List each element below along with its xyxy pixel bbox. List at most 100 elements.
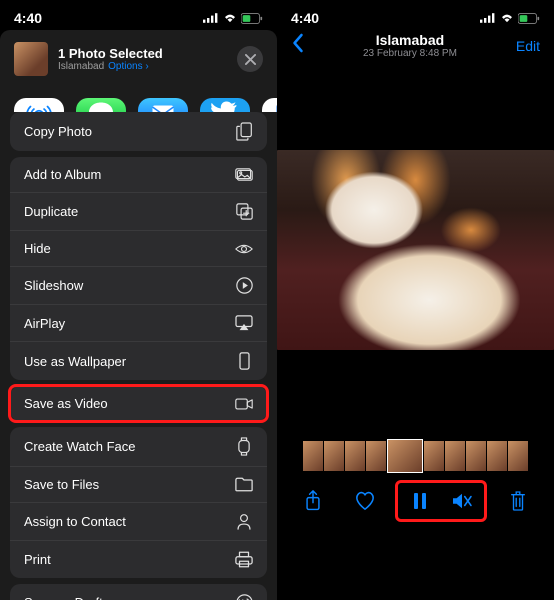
- twitter-icon: [200, 98, 250, 112]
- action-create-watch-face[interactable]: Create Watch Face: [10, 427, 267, 467]
- more-icon: [262, 98, 277, 112]
- share-icon: [304, 490, 322, 512]
- duplicate-icon: [235, 203, 253, 220]
- favorite-button[interactable]: [346, 484, 384, 518]
- heart-icon: [354, 491, 376, 511]
- bottom-toolbar: [277, 477, 554, 525]
- action-label: Create Watch Face: [24, 439, 136, 454]
- speaker-muted-icon: [451, 492, 473, 510]
- action-assign-to-contact[interactable]: Assign to Contact: [10, 503, 267, 541]
- action-print[interactable]: Print: [10, 541, 267, 578]
- mail-icon: [138, 98, 188, 112]
- delete-button[interactable]: [499, 484, 537, 518]
- eye-icon: [235, 242, 253, 256]
- cellular-icon: [480, 13, 496, 23]
- status-indicators: [480, 13, 540, 24]
- action-group: Add to Album Duplicate Hide Slideshow AirPla…: [10, 157, 267, 380]
- wordpress-icon: [235, 594, 253, 600]
- share-sheet-subtitle: Islamabad: [58, 61, 104, 72]
- action-airplay[interactable]: AirPlay: [10, 305, 267, 342]
- wifi-icon: [223, 13, 237, 23]
- wifi-icon: [500, 13, 514, 23]
- action-duplicate[interactable]: Duplicate: [10, 193, 267, 231]
- share-sheet-header: 1 Photo Selected Islamabad Options ›: [0, 30, 277, 88]
- header-thumbnail: [14, 42, 48, 76]
- battery-icon: [518, 13, 540, 24]
- action-group: Save as Draft: [10, 584, 267, 600]
- phone-left-share-sheet: 4:40 1 Photo Selected Islamabad Options …: [0, 0, 277, 600]
- thumbnail[interactable]: [303, 441, 323, 471]
- photo-image: [277, 150, 554, 350]
- pause-button[interactable]: [401, 484, 439, 518]
- thumbnail[interactable]: [466, 441, 486, 471]
- action-slideshow[interactable]: Slideshow: [10, 267, 267, 305]
- action-label: Save as Draft: [24, 595, 103, 600]
- phone-right-photo-viewer: 4:40 Islamabad 23 February 8:48 PM Edit: [277, 0, 554, 600]
- action-save-to-files[interactable]: Save to Files: [10, 467, 267, 503]
- thumbnail[interactable]: [487, 441, 507, 471]
- options-link[interactable]: Options ›: [108, 61, 149, 72]
- photo-location: Islamabad: [363, 32, 457, 48]
- action-save-as-video[interactable]: Save as Video: [10, 386, 267, 421]
- action-label: Copy Photo: [24, 124, 92, 139]
- action-copy-photo[interactable]: Copy Photo: [10, 112, 267, 151]
- video-icon: [235, 397, 253, 411]
- action-group: Create Watch Face Save to Files Assign to …: [10, 427, 267, 578]
- trash-icon: [509, 490, 527, 512]
- printer-icon: [235, 551, 253, 568]
- battery-icon: [241, 13, 263, 24]
- action-label: AirPlay: [24, 316, 65, 331]
- status-bar: 4:40: [277, 0, 554, 30]
- action-label: Slideshow: [24, 278, 83, 293]
- action-label: Hide: [24, 241, 51, 256]
- action-save-as-draft[interactable]: Save as Draft: [10, 584, 267, 600]
- action-label: Save to Files: [24, 477, 99, 492]
- thumbnail[interactable]: [424, 441, 444, 471]
- action-label: Add to Album: [24, 167, 101, 182]
- close-button[interactable]: [237, 46, 263, 72]
- live-photo-controls: [397, 482, 485, 520]
- thumbnail[interactable]: [366, 441, 386, 471]
- action-label: Use as Wallpaper: [24, 354, 126, 369]
- close-icon: [245, 54, 256, 65]
- play-circle-icon: [235, 277, 253, 294]
- action-list: Copy Photo Add to Album Duplicate Hide Slide…: [0, 112, 277, 600]
- mute-button[interactable]: [443, 484, 481, 518]
- messages-icon: [76, 98, 126, 112]
- action-label: Save as Video: [24, 396, 108, 411]
- thumbnail[interactable]: [508, 441, 528, 471]
- airdrop-icon: [14, 98, 64, 112]
- action-label: Duplicate: [24, 204, 78, 219]
- photo-header: Islamabad 23 February 8:48 PM Edit: [277, 30, 554, 65]
- status-time: 4:40: [14, 10, 42, 26]
- action-label: Print: [24, 552, 51, 567]
- back-button[interactable]: [291, 33, 304, 59]
- phone-rect-icon: [235, 352, 253, 370]
- thumbnail-selected[interactable]: [387, 439, 423, 473]
- share-button[interactable]: [294, 484, 332, 518]
- thumbnail[interactable]: [445, 441, 465, 471]
- cellular-icon: [203, 13, 219, 23]
- thumbnail[interactable]: [324, 441, 344, 471]
- action-group: Save as Video: [10, 386, 267, 421]
- thumbnail[interactable]: [345, 441, 365, 471]
- photo-viewport[interactable]: [277, 65, 554, 435]
- share-sheet-title: 1 Photo Selected: [58, 46, 227, 61]
- copy-icon: [235, 122, 253, 141]
- folder-icon: [235, 477, 253, 492]
- album-icon: [235, 167, 253, 182]
- action-add-to-album[interactable]: Add to Album: [10, 157, 267, 193]
- share-sheet: 1 Photo Selected Islamabad Options › Air…: [0, 30, 277, 600]
- status-bar: 4:40: [0, 0, 277, 30]
- action-label: Assign to Contact: [24, 514, 126, 529]
- watch-icon: [235, 437, 253, 456]
- photo-datetime: 23 February 8:48 PM: [363, 48, 457, 59]
- pause-icon: [413, 492, 427, 510]
- edit-button[interactable]: Edit: [516, 38, 540, 54]
- action-use-as-wallpaper[interactable]: Use as Wallpaper: [10, 342, 267, 380]
- airplay-icon: [235, 315, 253, 331]
- action-group: Copy Photo: [10, 112, 267, 151]
- thumbnail-strip[interactable]: [277, 435, 554, 477]
- action-hide[interactable]: Hide: [10, 231, 267, 267]
- share-apps-row[interactable]: AirDropMessagesMailTwitterFa: [0, 88, 277, 112]
